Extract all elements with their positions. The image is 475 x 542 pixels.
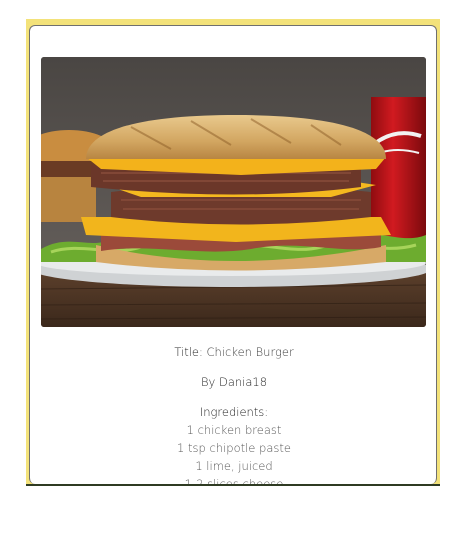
recipe-author: By Dania18 <box>200 375 268 389</box>
recipe-photo <box>41 57 426 327</box>
recipe-title-line: Title: Chicken Burger <box>30 343 436 361</box>
recipe-card[interactable]: Title: Chicken Burger By Dania18 Ingredi… <box>29 25 437 484</box>
ingredient-item: 1 lime, juiced <box>195 459 273 473</box>
title-label: Title: <box>174 345 203 359</box>
ingredient-item: 1 chicken breast <box>186 423 282 437</box>
ingredients-label: Ingredients: <box>199 405 269 419</box>
recipe-title: Chicken Burger <box>206 345 294 359</box>
ingredient-item: 1 tsp chipotle paste <box>177 441 291 455</box>
ingredient-item: 1-2 slices cheese <box>184 477 284 484</box>
frame-bottom-border <box>26 484 440 486</box>
recipe-info: Title: Chicken Burger By Dania18 Ingredi… <box>30 343 436 484</box>
cheeseburger-photo <box>41 57 426 327</box>
